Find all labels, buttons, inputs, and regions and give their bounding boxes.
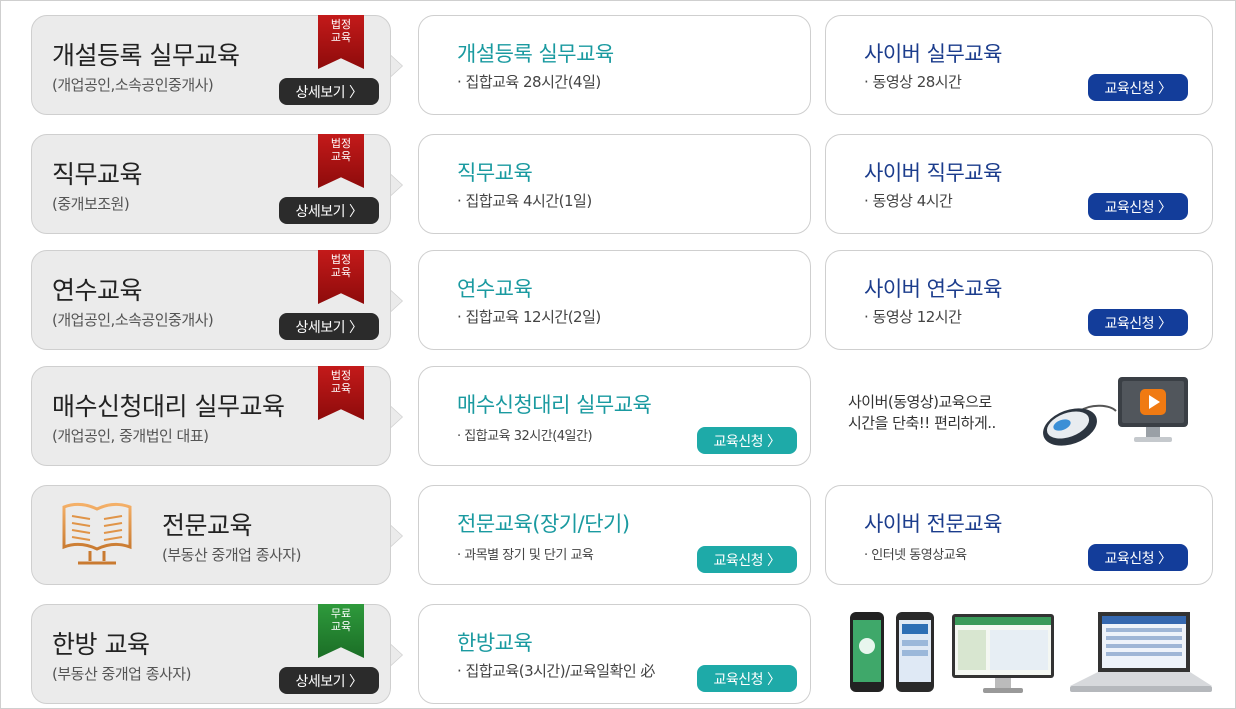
detail-button[interactable]: 상세보기 〉	[279, 78, 379, 105]
category-title: 매수신청대리 실무교육	[52, 392, 285, 421]
apply-button[interactable]: 교육신청 〉	[697, 546, 797, 573]
card-desc: · 동영상 28시간	[864, 73, 962, 91]
card-desc: · 집합교육 28시간(4일)	[457, 73, 601, 91]
card-title[interactable]: 사이버 전문교육	[864, 508, 1002, 538]
legal-badge: 법정 교육	[318, 134, 364, 188]
offline-card-job-training[interactable]: 직무교육 · 집합교육 4시간(1일)	[418, 134, 811, 234]
card-title[interactable]: 한방교육	[457, 627, 533, 657]
apply-button[interactable]: 교육신청 〉	[1088, 309, 1188, 336]
category-subtitle: (개업공인,소속공인중개사)	[52, 311, 214, 329]
category-hanbang: 한방 교육 (부동산 중개업 종사자) 무료 교육 상세보기 〉	[31, 604, 403, 704]
category-title: 한방 교육	[52, 630, 150, 659]
apply-button[interactable]: 교육신청 〉	[1088, 544, 1188, 571]
card-desc: · 동영상 4시간	[864, 192, 953, 210]
category-subtitle: (중개보조원)	[52, 195, 130, 213]
category-continuing-education: 연수교육 (개업공인,소속공인중개사) 법정 교육 상세보기 〉	[31, 250, 403, 350]
detail-button[interactable]: 상세보기 〉	[279, 197, 379, 224]
card-title[interactable]: 직무교육	[457, 157, 533, 187]
card-title[interactable]: 사이버 직무교육	[864, 157, 1002, 187]
cyber-promo-line-1: 사이버(동영상)교육으로	[848, 393, 992, 411]
apply-button[interactable]: 교육신청 〉	[1088, 74, 1188, 101]
category-title: 직무교육	[52, 160, 143, 189]
card-title[interactable]: 매수신청대리 실무교육	[457, 389, 652, 419]
cyber-card-job-training[interactable]: 사이버 직무교육 · 동영상 4시간 교육신청 〉	[825, 134, 1213, 234]
detail-button[interactable]: 상세보기 〉	[279, 313, 379, 340]
card-title[interactable]: 개설등록 실무교육	[457, 38, 614, 68]
offline-card-hanbang[interactable]: 한방교육 · 집합교육(3시간)/교육일확인 必 교육신청 〉	[418, 604, 811, 704]
card-title[interactable]: 전문교육(장기/단기)	[457, 508, 630, 538]
book-icon	[62, 502, 132, 565]
mouse-monitor-play-icon[interactable]	[1040, 375, 1190, 455]
category-subtitle: (부동산 중개업 종사자)	[52, 665, 191, 683]
legal-badge: 법정 교육	[318, 366, 364, 420]
cyber-card-continuing-education[interactable]: 사이버 연수교육 · 동영상 12시간 교육신청 〉	[825, 250, 1213, 350]
category-job-training: 직무교육 (중개보조원) 법정 교육 상세보기 〉	[31, 134, 403, 234]
card-desc: · 인터넷 동영상교육	[864, 548, 967, 563]
devices-illustration	[850, 612, 1212, 693]
apply-button[interactable]: 교육신청 〉	[697, 665, 797, 692]
offline-card-continuing-education[interactable]: 연수교육 · 집합교육 12시간(2일)	[418, 250, 811, 350]
cyber-card-open-registration[interactable]: 사이버 실무교육 · 동영상 28시간 교육신청 〉	[825, 15, 1213, 115]
card-desc: · 집합교육 32시간(4일간)	[457, 429, 593, 444]
card-desc: · 과목별 장기 및 단기 교육	[457, 548, 594, 563]
card-title[interactable]: 사이버 실무교육	[864, 38, 1002, 68]
card-desc: · 집합교육 4시간(1일)	[457, 192, 592, 210]
category-subtitle: (개업공인,소속공인중개사)	[52, 76, 214, 94]
category-title: 연수교육	[52, 276, 143, 305]
offline-card-open-registration[interactable]: 개설등록 실무교육 · 집합교육 28시간(4일)	[418, 15, 811, 115]
category-subtitle: (개업공인, 중개법인 대표)	[52, 427, 209, 445]
category-subtitle: (부동산 중개업 종사자)	[162, 546, 301, 564]
card-title[interactable]: 사이버 연수교육	[864, 273, 1002, 303]
card-desc: · 집합교육 12시간(2일)	[457, 308, 601, 326]
offline-card-professional[interactable]: 전문교육(장기/단기) · 과목별 장기 및 단기 교육 교육신청 〉	[418, 485, 811, 585]
category-open-registration: 개설등록 실무교육 (개업공인,소속공인중개사) 법정 교육 상세보기 〉	[31, 15, 403, 115]
offline-card-bid-agent[interactable]: 매수신청대리 실무교육 · 집합교육 32시간(4일간) 교육신청 〉	[418, 366, 811, 466]
category-bid-agent: 매수신청대리 실무교육 (개업공인, 중개법인 대표) 법정 교육	[31, 366, 403, 466]
card-desc: · 동영상 12시간	[864, 308, 962, 326]
category-title: 개설등록 실무교육	[52, 41, 240, 70]
card-desc: · 집합교육(3시간)/교육일확인 必	[457, 662, 655, 680]
apply-button[interactable]: 교육신청 〉	[1088, 193, 1188, 220]
apply-button[interactable]: 교육신청 〉	[697, 427, 797, 454]
card-title[interactable]: 연수교육	[457, 273, 533, 303]
free-badge: 무료 교육	[318, 604, 364, 658]
category-title: 전문교육	[162, 511, 253, 540]
legal-badge: 법정 교육	[318, 250, 364, 304]
cyber-promo-line-2: 시간을 단축!! 편리하게..	[848, 414, 996, 432]
legal-badge: 법정 교육	[318, 15, 364, 69]
cyber-card-professional[interactable]: 사이버 전문교육 · 인터넷 동영상교육 교육신청 〉	[825, 485, 1213, 585]
detail-button[interactable]: 상세보기 〉	[279, 667, 379, 694]
category-professional: 전문교육 (부동산 중개업 종사자)	[31, 485, 403, 585]
